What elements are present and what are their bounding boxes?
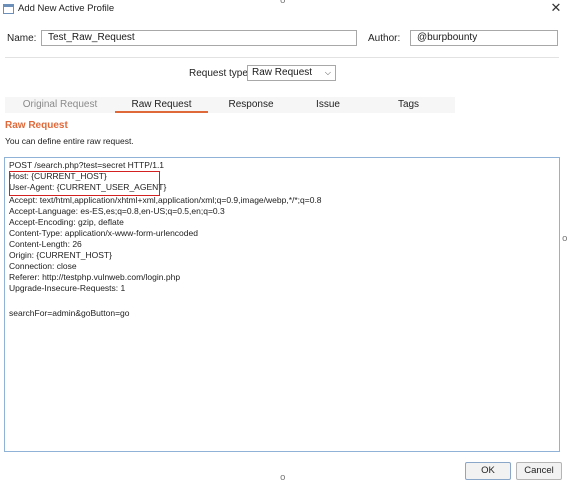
section-title: Raw Request [5, 120, 68, 131]
request-line: Content-Type: application/x-www-form-url… [9, 228, 198, 238]
tab-original-request[interactable]: Original Request [5, 97, 115, 113]
edge-mark-bottom: o [280, 473, 286, 483]
request-line: Accept-Encoding: gzip, deflate [9, 217, 124, 227]
request-line: Upgrade-Insecure-Requests: 1 [9, 283, 126, 293]
tab-bar: Original Request Raw Request Response Is… [5, 97, 455, 113]
tab-tags[interactable]: Tags [362, 97, 455, 113]
chevron-down-icon: ⌵ [324, 68, 331, 77]
request-line: Content-Length: 26 [9, 239, 82, 249]
request-line: searchFor=admin&goButton=go [9, 308, 130, 318]
request-type-value: Raw Request [252, 67, 313, 78]
tab-response[interactable]: Response [208, 97, 294, 113]
window-app-icon [3, 4, 14, 14]
raw-request-editor[interactable]: POST /search.php?test=secret HTTP/1.1 Ho… [4, 157, 560, 452]
request-line: Connection: close [9, 261, 77, 271]
author-field[interactable]: @burpbounty [410, 30, 558, 46]
name-label: Name: [7, 33, 37, 44]
edge-mark-right: o [562, 234, 567, 244]
request-line: Accept: text/html,application/xhtml+xml,… [9, 195, 322, 205]
edge-mark-top: o [280, 0, 286, 6]
request-type-select[interactable]: Raw Request ⌵ [247, 65, 336, 81]
tab-raw-request[interactable]: Raw Request [115, 97, 208, 113]
close-icon[interactable]: ✕ [548, 1, 564, 17]
author-label: Author: [368, 33, 401, 44]
section-description: You can define entire raw request. [5, 136, 134, 146]
tab-issue[interactable]: Issue [294, 97, 362, 113]
request-type-label: Request type [189, 68, 248, 79]
request-line: Accept-Language: es-ES,es;q=0.8,en-US;q=… [9, 206, 225, 216]
request-line: POST /search.php?test=secret HTTP/1.1 [9, 160, 165, 170]
name-field[interactable]: Test_Raw_Request [41, 30, 357, 46]
divider [5, 57, 559, 58]
window-title: Add New Active Profile [18, 3, 115, 14]
highlight-annotation [9, 171, 160, 196]
cancel-button[interactable]: Cancel [516, 462, 562, 480]
request-line: Referer: http://testphp.vulnweb.com/logi… [9, 272, 181, 282]
ok-button[interactable]: OK [465, 462, 511, 480]
request-line: Origin: {CURRENT_HOST} [9, 250, 112, 260]
